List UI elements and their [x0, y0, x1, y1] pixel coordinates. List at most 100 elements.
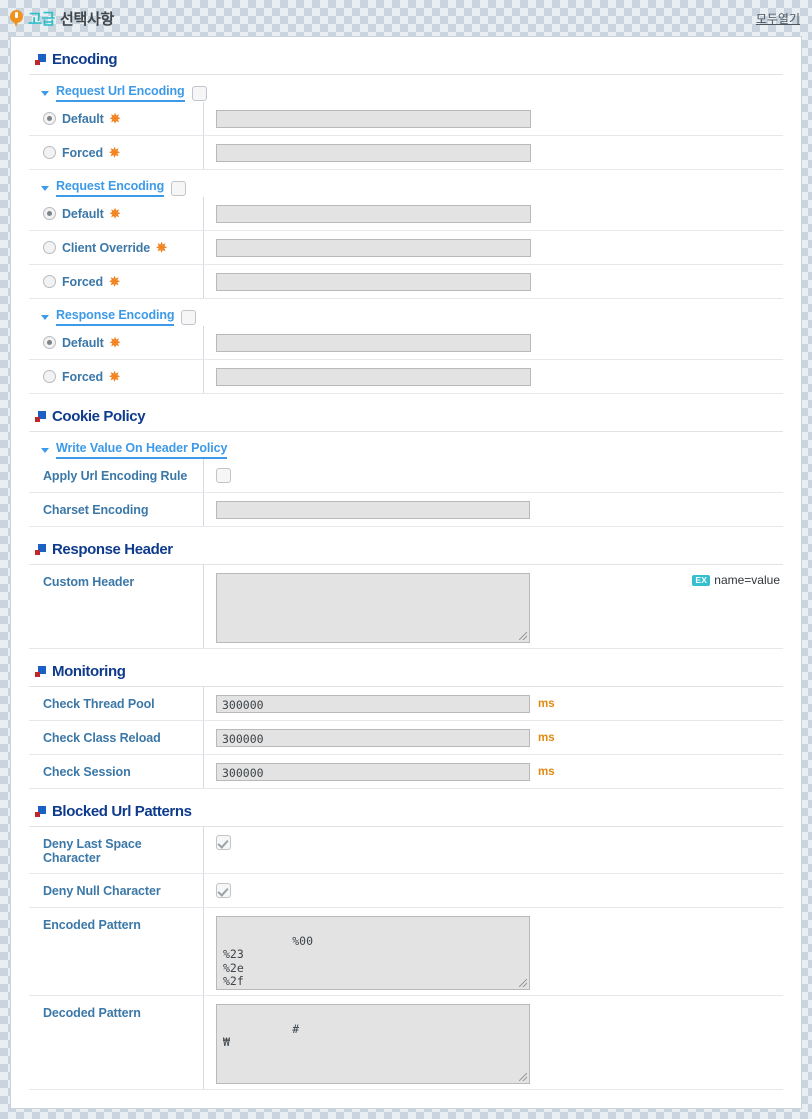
required-asterisk-icon: ✵ [109, 145, 120, 160]
chevron-down-icon[interactable] [41, 185, 49, 191]
textarea-content: %00 %23 %2e %2f %5c [223, 933, 314, 989]
input-request-forced[interactable] [216, 272, 531, 291]
page-header: 고급 선택사항 모두열기 [0, 0, 812, 36]
row-label-text: Forced [62, 145, 104, 160]
chevron-down-icon[interactable] [41, 447, 49, 453]
section-header: Monitoring [29, 663, 783, 687]
row-label-text: Custom Header [43, 575, 135, 589]
section-marker-icon [35, 806, 46, 817]
radio-forced[interactable] [43, 370, 56, 383]
row-label-text: Check Session [43, 764, 131, 779]
section-title: Monitoring [52, 663, 126, 680]
row-label: Deny Null Character [29, 874, 204, 907]
required-asterisk-icon: ✵ [109, 111, 121, 126]
section-title: Cookie Policy [52, 408, 146, 425]
row-field [204, 197, 783, 230]
subsection-toggle-checkbox[interactable] [171, 180, 187, 196]
row-field [204, 459, 783, 492]
section-marker-icon [35, 666, 46, 677]
expand-all-link[interactable]: 모두열기 [756, 10, 800, 27]
subsection-write-value-on-header-policy[interactable]: Write Value On Header Policy [41, 441, 783, 459]
row-label: Forced ✵ [29, 136, 204, 169]
input-check-class-reload[interactable]: 300000 [216, 728, 530, 747]
subsection-response-encoding[interactable]: Response Encoding [41, 308, 783, 326]
row-request-encoding-default: Default ✵ [29, 197, 783, 231]
row-label: Decoded Pattern [29, 996, 204, 1089]
row-encoded-pattern: Encoded Pattern %00 %23 %2e %2f %5c [29, 908, 783, 996]
section-header: Encoding [29, 51, 783, 75]
row-field: # ₩ [204, 996, 783, 1089]
input-request-default[interactable] [216, 204, 531, 223]
section-header: Cookie Policy [29, 408, 783, 432]
chevron-down-icon[interactable] [41, 90, 49, 96]
required-asterisk-icon: ✵ [109, 369, 120, 384]
subsection-request-url-encoding[interactable]: Request Url Encoding [41, 84, 783, 102]
row-label: Default ✵ [29, 197, 204, 230]
advanced-options-panel: Encoding Request Url Encoding Default ✵ … [10, 36, 802, 1109]
row-label: Encoded Pattern [29, 908, 204, 995]
section-header: Blocked Url Patterns [29, 803, 783, 827]
row-request-encoding-client-override: Client Override ✵ [29, 231, 783, 265]
row-label-text: Charset Encoding [43, 502, 149, 517]
row-check-class-reload: Check Class Reload 300000 ms [29, 721, 783, 755]
checkbox-deny-last-space-character[interactable] [216, 835, 231, 850]
row-field [204, 326, 783, 359]
radio-default[interactable] [43, 336, 56, 349]
radio-default[interactable] [43, 112, 56, 125]
textarea-custom-header[interactable] [216, 573, 530, 643]
row-field [204, 874, 783, 907]
input-check-thread-pool[interactable]: 300000 [216, 694, 530, 713]
row-response-encoding-default: Default ✵ [29, 326, 783, 360]
subsection-label: Response Encoding [56, 308, 175, 326]
input-default-encoding[interactable] [216, 109, 531, 128]
row-field [204, 493, 783, 526]
radio-forced[interactable] [43, 146, 56, 159]
row-label: Check Thread Pool [29, 687, 204, 720]
checkbox-deny-null-character[interactable] [216, 883, 231, 898]
required-asterisk-icon: ✵ [109, 335, 121, 350]
resize-grip-icon[interactable] [519, 632, 527, 640]
row-label: Check Session [29, 755, 204, 788]
section-encoding: Encoding Request Url Encoding Default ✵ … [29, 37, 783, 394]
resize-grip-icon[interactable] [519, 979, 527, 987]
subsection-label: Request Encoding [56, 179, 164, 197]
input-response-forced[interactable] [216, 367, 531, 386]
checkbox-apply-url-encoding-rule[interactable] [216, 468, 231, 483]
row-request-encoding-forced: Forced ✵ [29, 265, 783, 299]
radio-default[interactable] [43, 207, 56, 220]
input-response-default[interactable] [216, 333, 531, 352]
required-asterisk-icon: ✵ [109, 206, 121, 221]
input-check-session[interactable]: 300000 [216, 762, 530, 781]
row-label: Deny Last Space Character [29, 827, 204, 873]
section-marker-icon [35, 544, 46, 555]
row-field [204, 265, 783, 298]
row-deny-last-space-character: Deny Last Space Character [29, 827, 783, 874]
subsection-label: Request Url Encoding [56, 84, 185, 102]
subsection-request-encoding[interactable]: Request Encoding [41, 179, 783, 197]
section-title: Blocked Url Patterns [52, 803, 192, 820]
textarea-decoded-pattern[interactable]: # ₩ [216, 1004, 530, 1084]
unit-label: ms [538, 765, 555, 778]
input-charset-encoding[interactable] [216, 500, 530, 519]
subsection-toggle-checkbox[interactable] [191, 85, 207, 101]
row-label-text: Forced [62, 369, 104, 384]
unit-label: ms [538, 731, 555, 744]
unit-label: ms [538, 697, 555, 710]
row-deny-null-character: Deny Null Character [29, 874, 783, 908]
row-field [204, 136, 783, 169]
radio-forced[interactable] [43, 275, 56, 288]
section-title: Response Header [52, 541, 173, 558]
row-field [204, 360, 783, 393]
row-label: Custom Header [29, 565, 204, 648]
input-forced-encoding[interactable] [216, 143, 531, 162]
textarea-content: # ₩ [223, 1021, 300, 1049]
row-check-session: Check Session 300000 ms [29, 755, 783, 789]
radio-client-override[interactable] [43, 241, 56, 254]
row-request-url-encoding-default: Default ✵ [29, 102, 783, 136]
textarea-encoded-pattern[interactable]: %00 %23 %2e %2f %5c [216, 916, 530, 990]
chevron-down-icon[interactable] [41, 314, 49, 320]
hint-text: name=value [714, 573, 780, 587]
resize-grip-icon[interactable] [519, 1073, 527, 1081]
input-request-client-override[interactable] [216, 238, 531, 257]
subsection-toggle-checkbox[interactable] [181, 309, 197, 325]
